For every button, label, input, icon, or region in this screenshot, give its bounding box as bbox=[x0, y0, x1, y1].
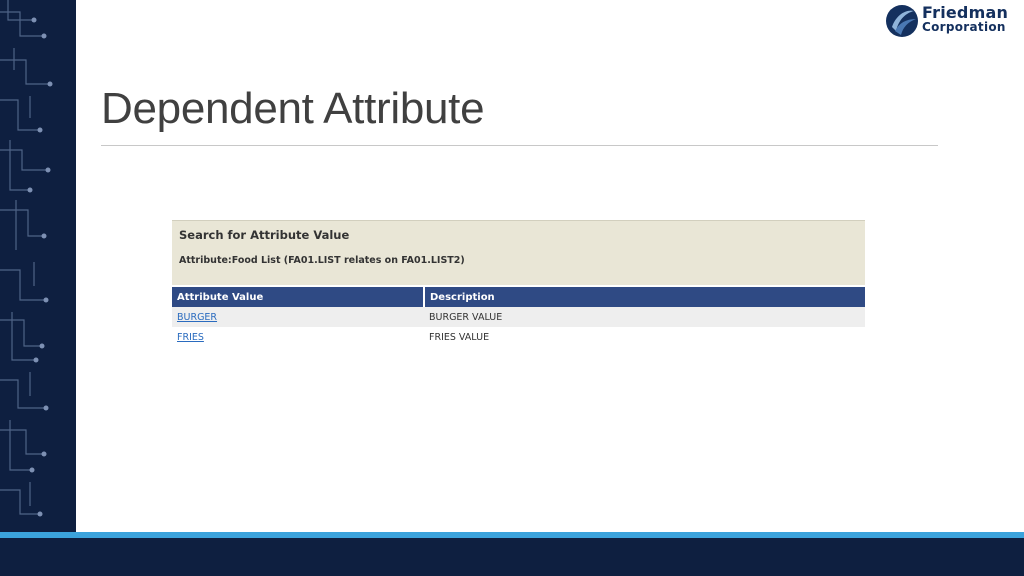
column-header-description: Description bbox=[424, 287, 865, 307]
attribute-description: Attribute:Food List (FA01.LIST relates o… bbox=[179, 255, 465, 266]
search-heading: Search for Attribute Value bbox=[179, 228, 350, 242]
logo-subname: Corporation bbox=[922, 20, 1006, 34]
search-panel: Search for Attribute Value Attribute:Foo… bbox=[172, 220, 865, 285]
logo-name: Friedman bbox=[922, 3, 1009, 22]
logo-wordmark: Friedman Corporation bbox=[922, 3, 1009, 34]
embedded-app-screenshot: Search for Attribute Value Attribute:Foo… bbox=[172, 220, 865, 350]
footer-bar bbox=[0, 538, 1024, 576]
company-logo: Friedman Corporation bbox=[884, 3, 1014, 39]
table-cell-description: FRIES VALUE bbox=[429, 331, 490, 343]
attribute-value-link[interactable]: FRIES bbox=[177, 332, 204, 343]
globe-logo-icon bbox=[886, 5, 918, 37]
table-cell-value: FRIES bbox=[172, 327, 424, 347]
table-row: BURGER BURGER VALUE bbox=[172, 307, 865, 327]
column-header-attribute-value: Attribute Value bbox=[172, 287, 425, 307]
results-table: Attribute Value Description BURGER BURGE… bbox=[172, 287, 865, 347]
slide-title: Dependent Attribute bbox=[101, 84, 485, 133]
table-row: FRIES FRIES VALUE bbox=[172, 327, 865, 347]
title-divider bbox=[101, 145, 938, 146]
table-header-row: Attribute Value Description bbox=[172, 287, 865, 307]
decorative-circuit-panel bbox=[0, 0, 76, 532]
table-cell-value: BURGER bbox=[172, 307, 424, 327]
circuit-pattern bbox=[0, 0, 53, 517]
table-cell-description: BURGER VALUE bbox=[424, 307, 865, 327]
attribute-value-link[interactable]: BURGER bbox=[177, 312, 217, 323]
